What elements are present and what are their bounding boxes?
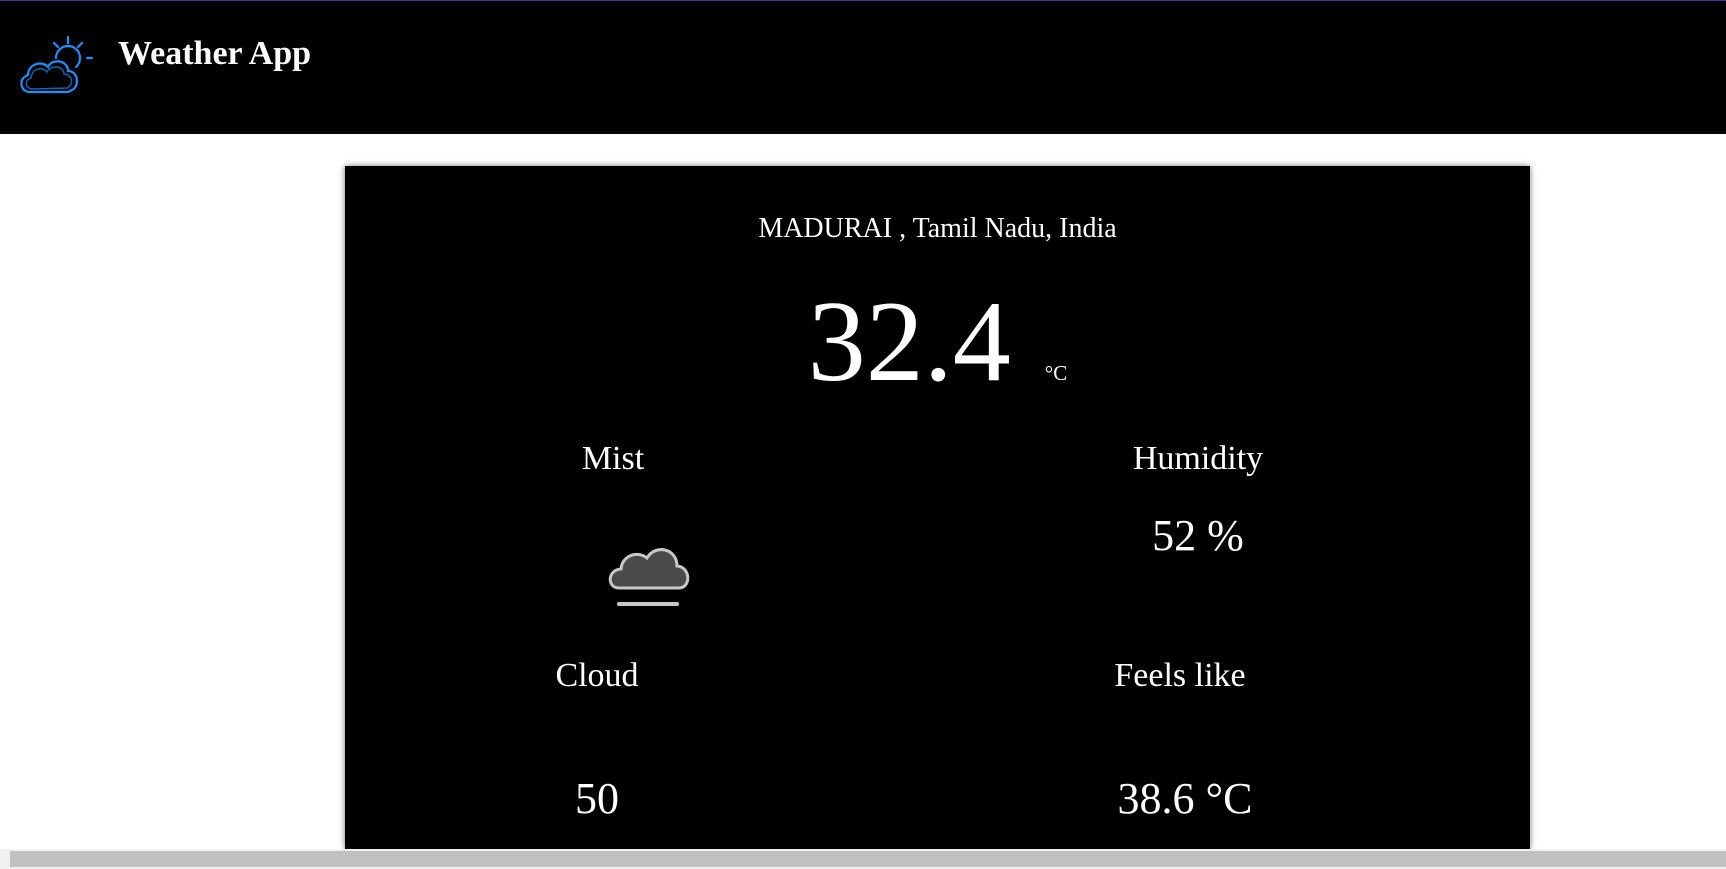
scroll-left-arrow-icon[interactable]: [0, 853, 6, 865]
scrollbar-thumb[interactable]: [10, 851, 1726, 867]
feels-like-value: 38.6 °C: [1117, 774, 1253, 823]
mist-cloud-icon: [605, 538, 693, 618]
condition-label: Mist: [581, 440, 645, 477]
temperature-display: 32.4 °C: [345, 284, 1530, 400]
app-title: Weather App: [118, 35, 312, 72]
temperature-value: 32.4: [807, 278, 1011, 406]
location-text: MADURAI , Tamil Nadu, India: [758, 213, 1117, 244]
weather-card: MADURAI , Tamil Nadu, India 32.4 °C Mist…: [345, 166, 1530, 849]
temperature-unit: °C: [1044, 361, 1068, 385]
cloud-sun-icon: [16, 34, 96, 100]
humidity-label: Humidity: [1132, 440, 1264, 477]
humidity-value: 52 %: [1152, 511, 1244, 560]
feels-like-label: Feels like: [1114, 657, 1246, 694]
horizontal-scrollbar[interactable]: [0, 849, 1726, 869]
cloud-label: Cloud: [555, 657, 639, 694]
app-header: Weather App: [0, 1, 1726, 134]
cloud-value: 50: [575, 774, 619, 823]
